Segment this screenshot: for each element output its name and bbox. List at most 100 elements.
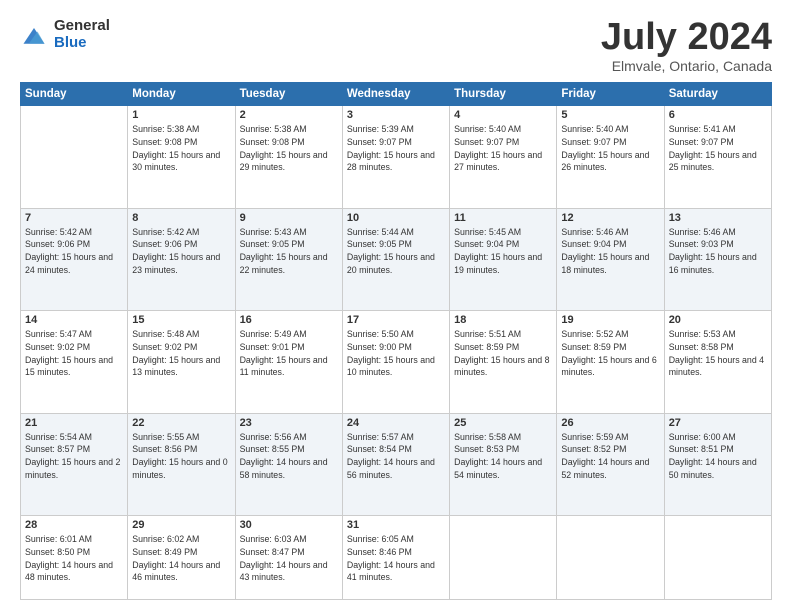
table-row: 15 Sunrise: 5:48 AMSunset: 9:02 PMDayligh… [128,311,235,414]
day-number: 11 [454,212,552,224]
table-row: 30 Sunrise: 6:03 AMSunset: 8:47 PMDayligh… [235,516,342,600]
day-info: Sunrise: 5:47 AMSunset: 9:02 PMDaylight:… [25,328,123,379]
day-number: 3 [347,109,445,121]
day-info: Sunrise: 5:42 AMSunset: 9:06 PMDaylight:… [25,226,123,277]
table-row: 17Sunrise: 5:50 AMSunset: 9:00 PMDayligh… [342,311,449,414]
day-number: 2 [240,109,338,121]
table-row: 20 Sunrise: 5:53 AMSunset: 8:58 PMDayligh… [664,311,771,414]
day-info: Sunrise: 6:01 AMSunset: 8:50 PMDaylight:… [25,533,123,584]
logo-icon [20,21,48,49]
day-info: Sunrise: 5:54 AMSunset: 8:57 PMDaylight:… [25,431,123,482]
day-number: 14 [25,314,123,326]
table-row: 2 Sunrise: 5:38 AMSunset: 9:08 PMDaylight… [235,106,342,209]
day-info: Sunrise: 6:05 AMSunset: 8:46 PMDaylight:… [347,533,445,584]
day-info: Sunrise: 5:46 AMSunset: 9:04 PMDaylight:… [561,226,659,277]
table-row [664,516,771,600]
table-row: 21 Sunrise: 5:54 AMSunset: 8:57 PMDayligh… [21,413,128,516]
col-saturday: Saturday [664,83,771,106]
day-number: 15 [132,314,230,326]
day-info: Sunrise: 5:39 AMSunset: 9:07 PMDaylight:… [347,123,445,174]
calendar-week-row: 14 Sunrise: 5:47 AMSunset: 9:02 PMDayligh… [21,311,772,414]
table-row: 13 Sunrise: 5:46 AMSunset: 9:03 PMDayligh… [664,208,771,311]
table-row: 14 Sunrise: 5:47 AMSunset: 9:02 PMDayligh… [21,311,128,414]
day-number: 19 [561,314,659,326]
col-sunday: Sunday [21,83,128,106]
day-info: Sunrise: 5:48 AMSunset: 9:02 PMDaylight:… [132,328,230,379]
calendar-week-row: 7 Sunrise: 5:42 AMSunset: 9:06 PMDaylight… [21,208,772,311]
day-info: Sunrise: 5:49 AMSunset: 9:01 PMDaylight:… [240,328,338,379]
day-number: 22 [132,417,230,429]
table-row: 29 Sunrise: 6:02 AMSunset: 8:49 PMDayligh… [128,516,235,600]
table-row: 22Sunrise: 5:55 AMSunset: 8:56 PMDayligh… [128,413,235,516]
table-row: 24Sunrise: 5:57 AMSunset: 8:54 PMDayligh… [342,413,449,516]
calendar-week-row: 1Sunrise: 5:38 AMSunset: 9:08 PMDaylight… [21,106,772,209]
day-number: 12 [561,212,659,224]
day-info: Sunrise: 5:52 AMSunset: 8:59 PMDaylight:… [561,328,659,379]
day-number: 6 [669,109,767,121]
day-info: Sunrise: 5:58 AMSunset: 8:53 PMDaylight:… [454,431,552,482]
day-info: Sunrise: 6:00 AMSunset: 8:51 PMDaylight:… [669,431,767,482]
day-number: 5 [561,109,659,121]
header-row: Sunday Monday Tuesday Wednesday Thursday… [21,83,772,106]
day-number: 25 [454,417,552,429]
day-info: Sunrise: 5:42 AMSunset: 9:06 PMDaylight:… [132,226,230,277]
day-number: 29 [132,519,230,531]
table-row: 6 Sunrise: 5:41 AMSunset: 9:07 PMDaylight… [664,106,771,209]
day-number: 9 [240,212,338,224]
day-info: Sunrise: 6:02 AMSunset: 8:49 PMDaylight:… [132,533,230,584]
day-info: Sunrise: 5:56 AMSunset: 8:55 PMDaylight:… [240,431,338,482]
table-row: 25 Sunrise: 5:58 AMSunset: 8:53 PMDayligh… [450,413,557,516]
day-info: Sunrise: 5:43 AMSunset: 9:05 PMDaylight:… [240,226,338,277]
col-friday: Friday [557,83,664,106]
day-number: 13 [669,212,767,224]
table-row [21,106,128,209]
day-number: 7 [25,212,123,224]
table-row: 7 Sunrise: 5:42 AMSunset: 9:06 PMDaylight… [21,208,128,311]
table-row: 10 Sunrise: 5:44 AMSunset: 9:05 PMDayligh… [342,208,449,311]
day-info: Sunrise: 5:46 AMSunset: 9:03 PMDaylight:… [669,226,767,277]
table-row: 1Sunrise: 5:38 AMSunset: 9:08 PMDaylight… [128,106,235,209]
day-number: 4 [454,109,552,121]
day-info: Sunrise: 5:44 AMSunset: 9:05 PMDaylight:… [347,226,445,277]
col-thursday: Thursday [450,83,557,106]
day-number: 23 [240,417,338,429]
day-info: Sunrise: 5:41 AMSunset: 9:07 PMDaylight:… [669,123,767,174]
table-row: 3 Sunrise: 5:39 AMSunset: 9:07 PMDaylight… [342,106,449,209]
day-info: Sunrise: 6:03 AMSunset: 8:47 PMDaylight:… [240,533,338,584]
title-location: Elmvale, Ontario, Canada [601,58,772,74]
logo: General Blue [20,18,110,51]
calendar-week-row: 21 Sunrise: 5:54 AMSunset: 8:57 PMDayligh… [21,413,772,516]
day-number: 21 [25,417,123,429]
day-info: Sunrise: 5:38 AMSunset: 9:08 PMDaylight:… [240,123,338,174]
title-month: July 2024 [601,18,772,56]
table-row: 4 Sunrise: 5:40 AMSunset: 9:07 PMDaylight… [450,106,557,209]
table-row: 11 Sunrise: 5:45 AMSunset: 9:04 PMDayligh… [450,208,557,311]
table-row: 16 Sunrise: 5:49 AMSunset: 9:01 PMDayligh… [235,311,342,414]
day-info: Sunrise: 5:40 AMSunset: 9:07 PMDaylight:… [454,123,552,174]
day-number: 10 [347,212,445,224]
day-number: 31 [347,519,445,531]
col-wednesday: Wednesday [342,83,449,106]
day-number: 20 [669,314,767,326]
day-number: 8 [132,212,230,224]
day-info: Sunrise: 5:51 AMSunset: 8:59 PMDaylight:… [454,328,552,379]
header: General Blue July 2024 Elmvale, Ontario,… [20,18,772,74]
day-info: Sunrise: 5:53 AMSunset: 8:58 PMDaylight:… [669,328,767,379]
day-info: Sunrise: 5:59 AMSunset: 8:52 PMDaylight:… [561,431,659,482]
table-row: 31 Sunrise: 6:05 AMSunset: 8:46 PMDayligh… [342,516,449,600]
page: General Blue July 2024 Elmvale, Ontario,… [0,0,792,612]
day-number: 27 [669,417,767,429]
day-info: Sunrise: 5:45 AMSunset: 9:04 PMDaylight:… [454,226,552,277]
day-number: 24 [347,417,445,429]
logo-blue: Blue [54,35,110,52]
col-monday: Monday [128,83,235,106]
day-number: 16 [240,314,338,326]
table-row: 12 Sunrise: 5:46 AMSunset: 9:04 PMDayligh… [557,208,664,311]
day-number: 30 [240,519,338,531]
table-row [557,516,664,600]
day-number: 28 [25,519,123,531]
table-row: 19 Sunrise: 5:52 AMSunset: 8:59 PMDayligh… [557,311,664,414]
calendar-table: Sunday Monday Tuesday Wednesday Thursday… [20,82,772,600]
table-row [450,516,557,600]
day-number: 17 [347,314,445,326]
